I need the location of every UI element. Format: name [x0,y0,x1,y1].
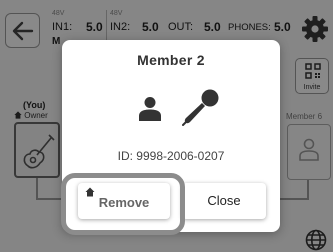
close-button[interactable]: Close [182,183,266,219]
microphone-icon [182,89,219,126]
dialog-title: Member 2 [137,52,205,68]
member-id: ID: 9998-2006-0207 [117,149,225,163]
person-icon [139,97,161,121]
remove-button-highlight [61,173,185,235]
